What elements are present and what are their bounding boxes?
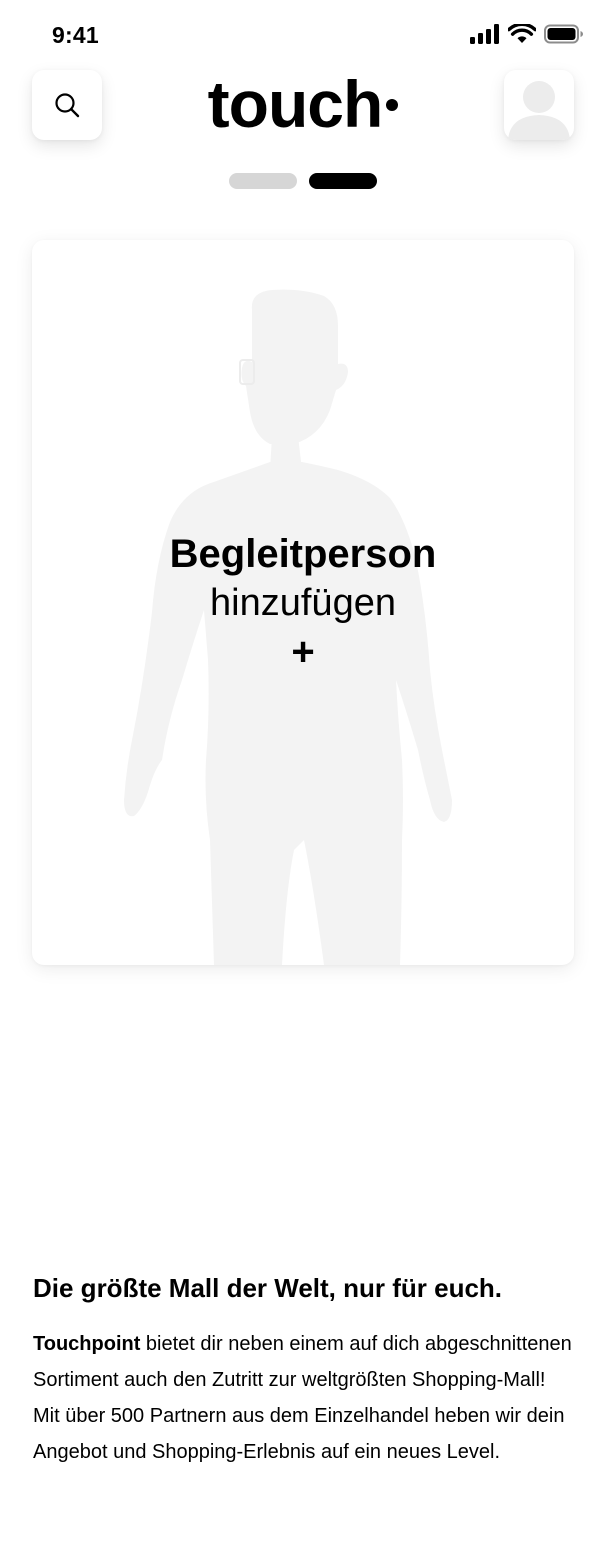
page-indicator-dot-1[interactable]	[229, 173, 297, 189]
add-companion-text: Begleitperson hinzufügen +	[32, 530, 574, 676]
info-body: Touchpoint bietet dir neben einem auf di…	[33, 1326, 573, 1470]
logo-dot-icon	[386, 99, 399, 111]
profile-button[interactable]	[504, 70, 574, 140]
page-indicator	[0, 173, 606, 189]
info-section: Die größte Mall der Welt, nur für euch. …	[33, 1268, 573, 1470]
wifi-icon	[508, 24, 536, 43]
logo-text: touch	[207, 67, 384, 141]
status-time: 9:41	[52, 22, 99, 48]
plus-icon[interactable]: +	[32, 628, 574, 676]
card-title: Begleitperson	[169, 532, 437, 576]
page-indicator-dot-2[interactable]	[309, 173, 377, 189]
header: touch	[0, 67, 606, 142]
avatar-icon	[508, 81, 570, 140]
battery-icon	[544, 24, 583, 44]
info-brand: Touchpoint	[33, 1333, 141, 1355]
signal-icon	[470, 24, 499, 44]
info-heading: Die größte Mall der Welt, nur für euch.	[33, 1273, 503, 1303]
status-icons	[470, 24, 584, 44]
add-companion-card[interactable]: Begleitperson hinzufügen +	[32, 240, 574, 965]
card-subtitle: hinzufügen	[210, 582, 396, 624]
status-bar: 9:41	[0, 0, 606, 60]
